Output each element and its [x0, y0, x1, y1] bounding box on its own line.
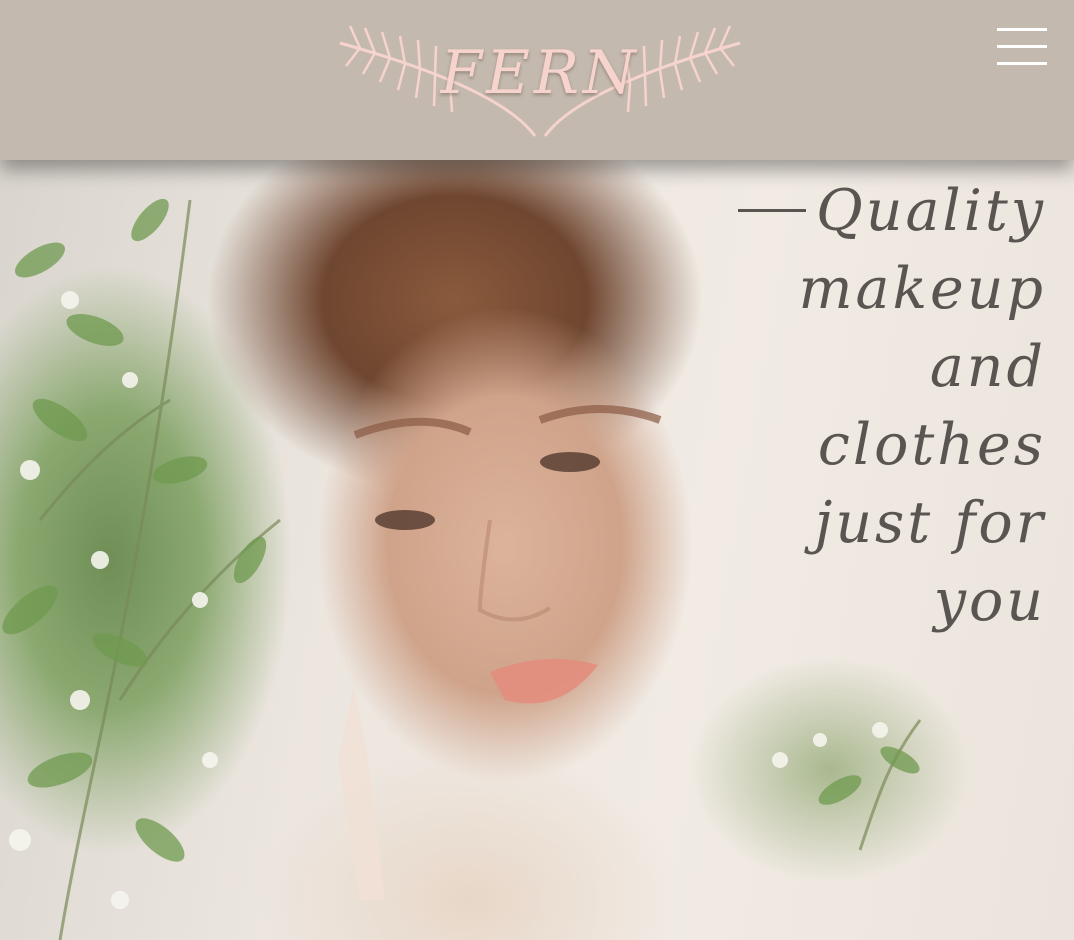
menu-line — [997, 28, 1047, 31]
menu-line — [997, 62, 1047, 65]
top-navigation-bar: FERN — [0, 0, 1074, 160]
tagline-line: just for — [814, 490, 1046, 556]
hamburger-menu-icon[interactable] — [994, 26, 1050, 68]
brand-name: FERN — [440, 38, 640, 108]
tagline-line: Quality — [626, 172, 1046, 250]
dash-decoration — [738, 209, 806, 213]
tagline-line: you — [933, 568, 1046, 634]
hero-tagline: Quality makeup and clothes just for you — [626, 172, 1046, 640]
brand-logo[interactable]: FERN — [330, 18, 750, 143]
tagline-line: makeup — [798, 256, 1046, 322]
tagline-line: clothes — [817, 412, 1046, 478]
tagline-line: and — [929, 334, 1046, 400]
menu-line — [997, 45, 1047, 48]
